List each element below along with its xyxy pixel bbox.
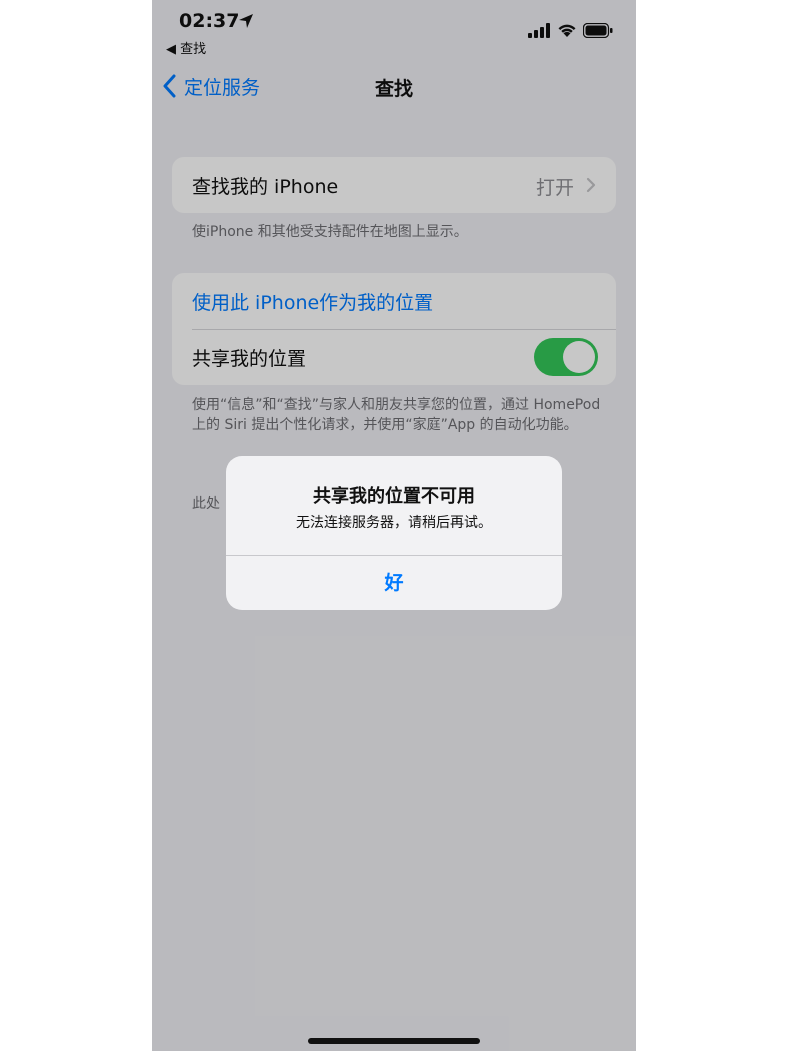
alert-ok-button[interactable]: 好 <box>226 556 562 610</box>
home-indicator[interactable] <box>308 1038 480 1044</box>
alert-dialog: 共享我的位置不可用 无法连接服务器，请稍后再试。 好 <box>226 456 562 610</box>
phone-screen: 02:37 ◀ 查找 定位服务 查找 查找我的 iPhone 打开 使iPhon… <box>152 0 636 1051</box>
alert-title: 共享我的位置不可用 <box>313 486 475 507</box>
alert-message: 无法连接服务器，请稍后再试。 <box>296 515 492 531</box>
